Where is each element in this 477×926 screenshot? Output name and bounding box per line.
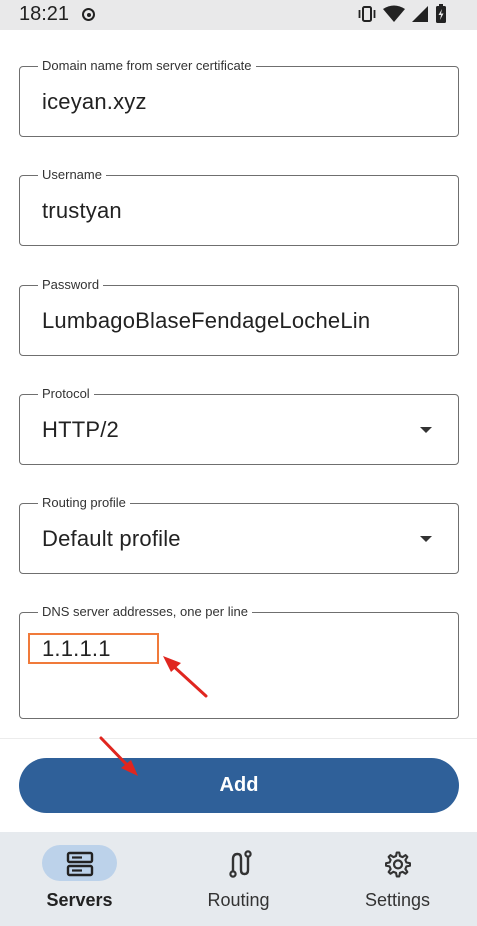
nav-label-routing: Routing [207, 890, 270, 910]
nav-item-routing[interactable]: Routing [159, 832, 318, 926]
domain-value: iceyan.xyz [42, 89, 147, 114]
username-field[interactable]: Username trustyan [19, 167, 459, 246]
vibrate-icon [358, 6, 376, 22]
password-label: Password [38, 277, 104, 292]
protocol-select[interactable]: Protocol HTTP/2 [19, 386, 459, 465]
notification-dot-icon [82, 8, 95, 21]
annotation-highlight-box [28, 633, 159, 664]
dns-textarea[interactable]: DNS server addresses, one per line 1.1.1… [19, 604, 459, 719]
nav-item-settings[interactable]: Settings [318, 832, 477, 926]
status-icons [357, 4, 447, 24]
domain-label: Domain name from server certificate [38, 58, 256, 73]
routing-icon [229, 850, 252, 878]
dropdown-arrow-icon[interactable] [420, 427, 432, 433]
wifi-icon [383, 5, 405, 22]
nav-label-settings: Settings [364, 890, 431, 910]
routing-profile-value: Default profile [42, 526, 181, 551]
battery-icon [436, 4, 446, 23]
username-label: Username [38, 167, 106, 182]
username-value: trustyan [42, 198, 122, 223]
servers-icon [66, 851, 94, 877]
routing-profile-label: Routing profile [38, 495, 130, 510]
password-value: LumbagoBlaseFendageLocheLin [42, 308, 371, 333]
add-button[interactable]: Add [19, 758, 459, 813]
protocol-value: HTTP/2 [42, 417, 119, 442]
dropdown-arrow-icon[interactable] [420, 536, 432, 542]
password-field[interactable]: Password LumbagoBlaseFendageLocheLin [19, 277, 459, 356]
nav-label-servers: Servers [46, 890, 113, 910]
protocol-label: Protocol [38, 386, 94, 401]
nav-item-servers[interactable]: Servers [0, 832, 159, 926]
status-bar: 18:21 [0, 0, 477, 30]
bottom-navigation: Servers Routing Settings [0, 832, 477, 926]
domain-field[interactable]: Domain name from server certificate icey… [19, 58, 459, 137]
divider [0, 738, 477, 739]
signal-icon [412, 6, 428, 22]
routing-profile-select[interactable]: Routing profile Default profile [19, 495, 459, 574]
gear-icon [385, 851, 411, 878]
dns-label: DNS server addresses, one per line [38, 604, 252, 619]
status-time: 18:21 [19, 3, 70, 25]
